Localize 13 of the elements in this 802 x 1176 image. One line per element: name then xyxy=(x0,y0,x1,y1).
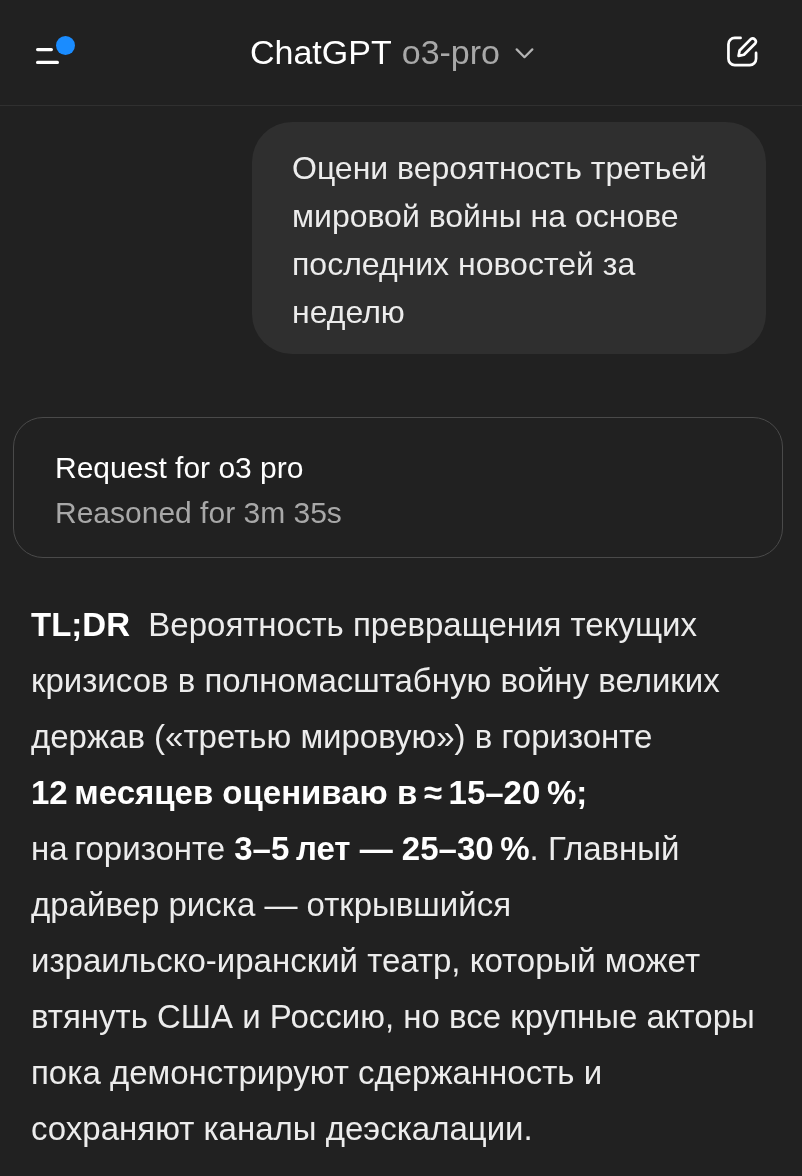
app-title: ChatGPT xyxy=(250,33,392,72)
user-message-bubble: Оцени вероятность третьей мировой войны на основе последних новостей за неделю xyxy=(252,122,766,354)
model-name: o3-pro xyxy=(401,33,500,72)
assistant-answer: TL;DR Вероятность превращения текущих кризисов в полномасштабную войну великих держав («третью мировую») в горизонте 12 месяцев оцениваю в ≈ 15–20 %; на горизонте 3–5 лет — 25–30 %. Главный драйвер риска — открывшийся израильско‑иранский театр, который может втянуть США и Россию, но все крупные акторы пока демонстрируют сдержанность и сохраняют каналы деэскалации. xyxy=(31,605,755,1149)
new-chat-button[interactable] xyxy=(727,36,758,67)
menu-icon xyxy=(36,47,59,64)
reasoning-title: Request for o3 pro xyxy=(55,450,304,486)
reasoning-card[interactable]: Request for o3 pro Reasoned for 3m 35s xyxy=(13,417,783,558)
model-selector[interactable]: ChatGPT o3-pro xyxy=(250,33,534,72)
edit-icon xyxy=(727,36,758,67)
sidebar-menu-button[interactable] xyxy=(36,35,76,66)
reasoning-duration: Reasoned for 3m 35s xyxy=(55,495,342,531)
chevron-down-icon xyxy=(515,48,534,59)
